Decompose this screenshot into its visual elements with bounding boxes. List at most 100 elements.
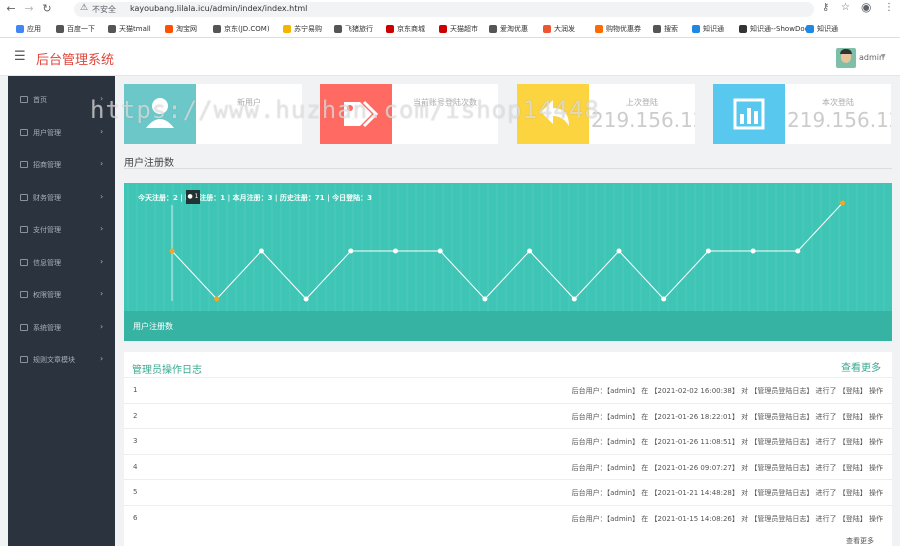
bookmark-label: 大润发 [554,24,575,33]
chevron-right-icon: › [100,289,104,298]
log-row-number: 6 [133,513,138,522]
bookmark-icon [386,24,394,33]
bookmark-item[interactable]: 购物优惠券 [595,23,641,34]
chevron-right-icon: › [100,354,104,363]
data-point[interactable] [482,296,488,302]
data-point[interactable] [258,248,264,254]
bookmarks-bar: 应用 百度一下 天猫tmall 淘宝网 京东(JD.COM) 苏宁易购 飞猪旅行 京东商城 天猫… [0,19,900,38]
bookmark-item[interactable]: 大润发 [543,23,575,34]
bookmark-item[interactable]: 天猫tmall [108,23,151,34]
sidebar-item[interactable]: 系统管理 › [8,312,115,344]
bookmark-item[interactable]: 京东商城 [386,23,425,34]
bookmark-item[interactable]: 天猫超市 [439,23,478,34]
star-icon[interactable]: ☆ [841,2,850,13]
bookmark-icon [165,24,173,33]
data-point[interactable] [437,248,443,254]
folder-icon [20,323,28,331]
chevron-down-icon[interactable]: ▼ [881,53,886,60]
sidebar-item-label: 首页 [33,96,47,104]
bar-chart-icon [713,84,785,144]
chart-footer-label: 用户注册数 [133,322,173,331]
sidebar-item[interactable]: 支付管理 › [8,214,115,246]
data-point[interactable] [348,248,354,254]
log-row-text: 后台用户：【admin】 在 【2021-01-21 14:48:28】 对 【… [571,489,883,497]
data-point[interactable] [571,296,577,302]
data-point[interactable] [303,296,309,302]
data-point[interactable] [705,248,711,254]
view-more-bottom-link[interactable]: 查看更多 [846,536,874,546]
log-row: 6 后台用户：【admin】 在 【2021-01-15 14:08:26】 对 … [124,504,892,530]
folder-icon [20,226,28,233]
data-point[interactable] [795,248,801,254]
bookmark-item[interactable]: 知识通--ShowDoc [739,23,808,34]
stat-card-label: 本次登陆 [822,98,854,107]
bookmark-label: 天猫超市 [450,24,478,33]
log-title: 管理员操作日志 [132,365,202,376]
bookmark-item[interactable]: 爱淘优惠 [489,23,528,34]
sidebar-item-label: 支付管理 [33,226,61,234]
sidebar-item[interactable]: 招商管理 › [8,149,115,181]
bookmark-item[interactable]: 京东(JD.COM) [213,23,270,34]
sidebar-item-label: 招商管理 [33,161,61,169]
bookmark-label: 购物优惠券 [606,24,641,33]
bookmark-item[interactable]: 百度一下 [56,23,95,34]
data-point[interactable] [393,248,398,254]
sidebar-item[interactable]: 规则文章模块 › [8,344,115,376]
back-icon[interactable]: ← [4,2,18,16]
bookmark-label: 淘宝网 [176,24,197,33]
profile-icon[interactable]: ◉ [861,0,871,14]
sidebar-item[interactable]: 信息管理 › [8,247,115,279]
data-point[interactable] [840,200,845,206]
bookmark-label: 京东商城 [397,24,425,33]
registration-chart: 今天注册：2 | 昨天注册：1 | 本月注册：3 | 历史注册：71 | 今日登… [124,183,892,341]
sidebar-item-label: 规则文章模块 [33,356,75,364]
data-point[interactable] [750,248,756,254]
sidebar-item[interactable]: 权限管理 › [8,279,115,311]
chevron-right-icon: › [100,256,104,266]
security-label: 不安全 [92,5,116,14]
bookmark-item[interactable]: 知识通 [692,23,724,34]
bookmark-item[interactable]: 搜索 [653,23,678,34]
sidebar-item-label: 系统管理 [33,323,61,332]
bookmark-label: 应用 [27,24,41,33]
data-point[interactable] [214,296,220,302]
chart-stats: 今天注册：2 | 昨天注册：1 | 本月注册：3 | 历史注册：71 | 今日登… [138,194,372,202]
folder-icon [20,96,28,103]
data-point[interactable] [169,248,175,254]
bookmark-label: 飞猪旅行 [345,24,373,33]
log-row-text: 后台用户：【admin】 在 【2021-01-15 14:08:26】 对 【… [571,514,883,523]
log-row-number: 1 [133,386,138,394]
forward-icon[interactable]: → [22,2,36,16]
log-row-number: 2 [133,411,138,420]
menu-icon[interactable]: ⋮ [884,2,894,13]
bookmark-item[interactable]: 知识通 [806,23,838,34]
sidebar-item[interactable]: 财务管理 › [8,182,115,214]
reload-icon[interactable]: ↻ [40,2,54,16]
log-row: 3 后台用户：【admin】 在 【2021-01-26 11:08:51】 对 … [124,428,892,453]
chevron-right-icon: › [100,191,104,201]
bookmark-item[interactable]: 淘宝网 [165,23,197,34]
avatar[interactable] [836,48,856,68]
data-point[interactable] [616,248,622,254]
sidebar-item-label: 用户管理 [33,128,61,137]
bookmark-item[interactable]: 苏宁易购 [283,23,322,34]
data-point[interactable] [527,248,533,254]
admin-log-panel: 管理员操作日志 查看更多 1 后台用户：【admin】 在 【2021-02-02… [124,352,892,546]
key-icon[interactable]: ⚷ [822,2,829,13]
bookmark-icon [283,24,291,33]
bookmark-item[interactable]: 应用 [16,23,41,34]
hamburger-icon[interactable]: ☰ [14,50,26,63]
sidebar-item-label: 信息管理 [33,258,61,267]
chevron-right-icon: › [100,224,104,233]
chevron-right-icon: › [100,321,104,331]
folder-icon [20,161,28,168]
sidebar-item-label: 权限管理 [33,291,61,299]
data-point[interactable] [661,296,667,302]
bookmark-icon [692,24,700,33]
bookmark-item[interactable]: 飞猪旅行 [334,23,373,34]
bookmark-label: 搜索 [664,24,678,33]
log-row-number: 4 [133,462,138,471]
view-more-link[interactable]: 查看更多 [841,359,881,374]
url-text[interactable]: kayoubang.lilala.icu/admin/index/index.h… [130,4,307,13]
address-bar[interactable]: ⚠ 不安全 kayoubang.lilala.icu/admin/index/i… [74,2,814,17]
